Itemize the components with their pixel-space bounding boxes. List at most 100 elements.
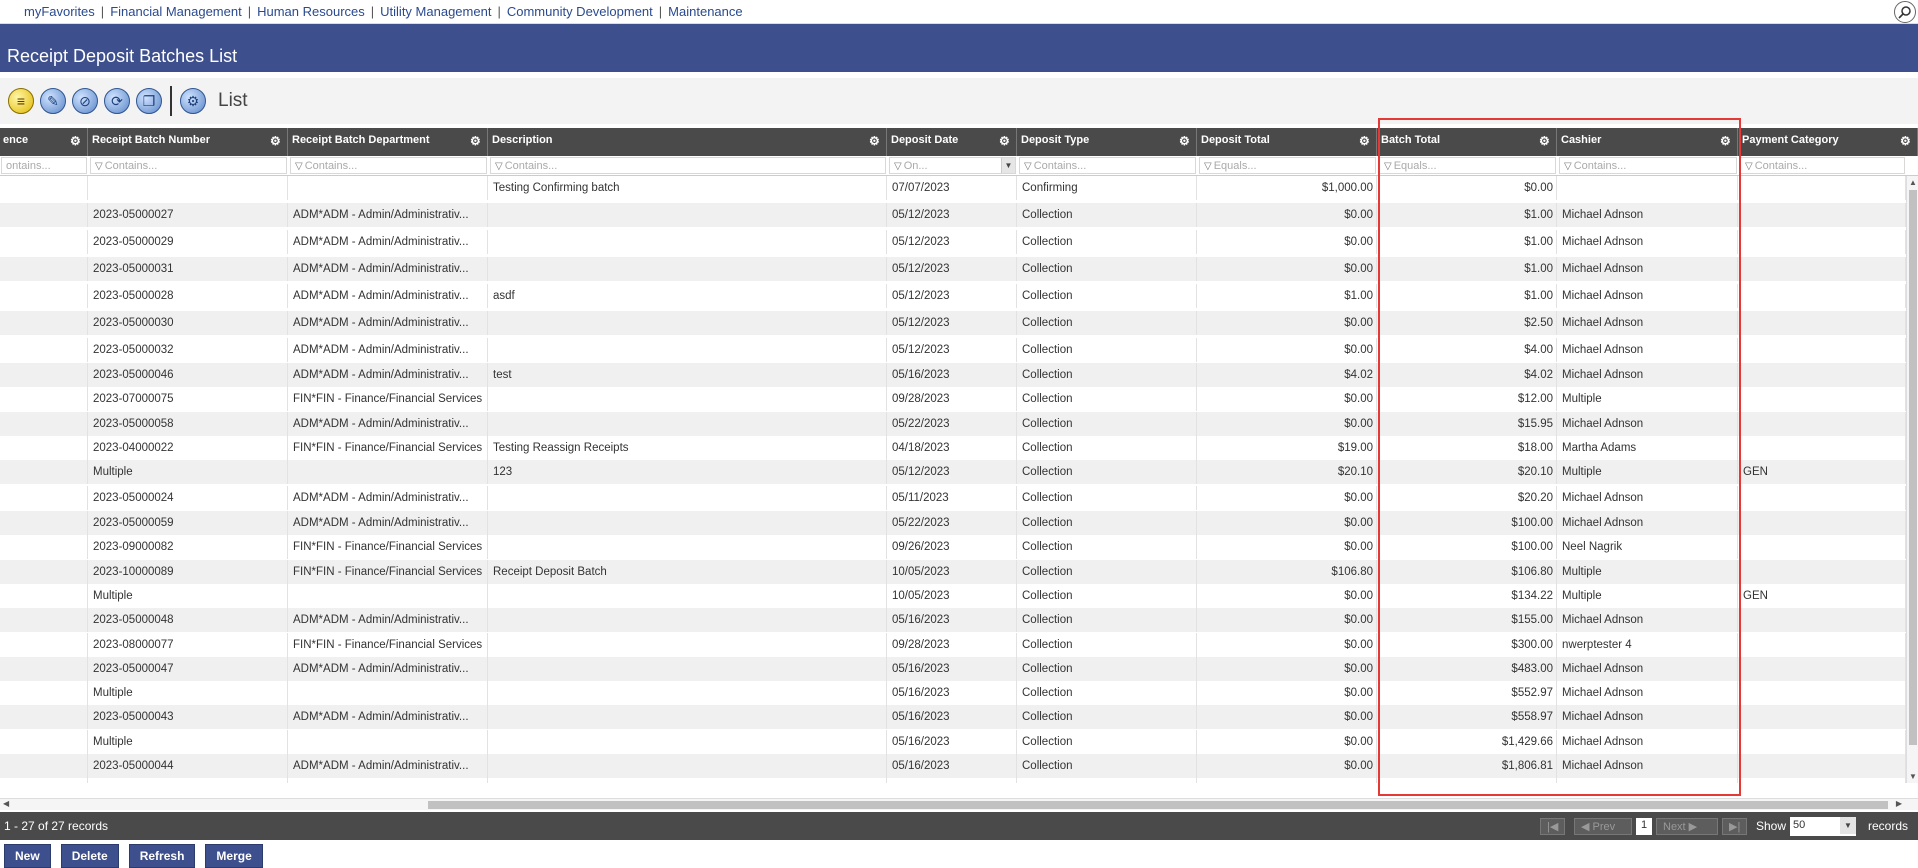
- cell-cashier: Michael Adnson: [1558, 511, 1738, 535]
- cell-batch-total: $20.20: [1378, 486, 1557, 510]
- cell-batch-total: $483.00: [1378, 657, 1557, 681]
- nav-community-development[interactable]: Community Development: [507, 4, 653, 19]
- nav-maintenance[interactable]: Maintenance: [668, 4, 742, 19]
- first-page-button[interactable]: |◀: [1540, 818, 1566, 835]
- search-icon[interactable]: [1894, 1, 1916, 23]
- gear-icon[interactable]: ⚙: [1900, 135, 1912, 147]
- horizontal-scrollbar[interactable]: ◀ ▶: [0, 798, 1918, 810]
- scroll-up-icon[interactable]: ▲: [1909, 178, 1917, 187]
- cell-receipt-batch-number: [89, 176, 288, 200]
- table-row[interactable]: 2023-05000027 ADM*ADM - Admin/Administrat…: [0, 203, 1906, 227]
- column-header-reference[interactable]: ence ⚙: [0, 128, 88, 156]
- table-row[interactable]: 2023-07000075 FIN*FIN - Finance/Financial…: [0, 387, 1906, 411]
- table-row[interactable]: 2023-05000031 ADM*ADM - Admin/Administrat…: [0, 257, 1906, 281]
- refresh-button[interactable]: Refresh: [128, 844, 196, 868]
- table-row[interactable]: 2023-08000077 FIN*FIN - Finance/Financial…: [0, 633, 1906, 657]
- table-row[interactable]: 2023-05000046 ADM*ADM - Admin/Administrat…: [0, 363, 1906, 387]
- gear-icon[interactable]: ⚙: [70, 135, 82, 147]
- table-row[interactable]: 2023-05000044 ADM*ADM - Admin/Administrat…: [0, 754, 1906, 778]
- column-header-receipt-batch-department[interactable]: Receipt Batch Department ⚙: [289, 128, 488, 156]
- column-header-label: ence: [3, 134, 29, 146]
- table-row[interactable]: 2023-05000029 ADM*ADM - Admin/Administrat…: [0, 230, 1906, 254]
- last-page-button[interactable]: ▶|: [1722, 818, 1748, 835]
- table-row[interactable]: 2023-05000032 ADM*ADM - Admin/Administrat…: [0, 338, 1906, 362]
- cell-cashier: [1558, 176, 1738, 200]
- table-row[interactable]: 2023-05000047 ADM*ADM - Admin/Administrat…: [0, 657, 1906, 681]
- column-header-description[interactable]: Description ⚙: [489, 128, 887, 156]
- table-row[interactable]: 2023-05000058 ADM*ADM - Admin/Administrat…: [0, 412, 1906, 436]
- table-row[interactable]: 2023-04000022 FIN*FIN - Finance/Financial…: [0, 436, 1906, 460]
- table-row[interactable]: Multiple 10/05/2023 Collection $0.00 $134.22…: [0, 584, 1906, 608]
- cell-deposit-type: Collection: [1018, 486, 1197, 510]
- filter-input-deposit-total[interactable]: ▽ Equals...: [1199, 157, 1376, 174]
- filter-input-receipt-batch-department[interactable]: ▽ Contains...: [290, 157, 487, 174]
- column-header-deposit-date[interactable]: Deposit Date ⚙: [888, 128, 1017, 156]
- scroll-right-icon[interactable]: ▶: [1896, 799, 1902, 808]
- cell-deposit-type: Collection: [1018, 535, 1197, 559]
- filter-input-deposit-date[interactable]: ▽ On... ▼: [889, 157, 1016, 174]
- filter-input-batch-total[interactable]: ▽ Equals...: [1379, 157, 1556, 174]
- process-icon[interactable]: ⟳: [104, 88, 130, 114]
- filter-input-receipt-batch-number[interactable]: ▽ Contains...: [90, 157, 287, 174]
- table-row[interactable]: 2023-05000048 ADM*ADM - Admin/Administrat…: [0, 608, 1906, 632]
- cell-deposit-date: 10/05/2023: [888, 584, 1017, 608]
- scroll-down-icon[interactable]: ▼: [1909, 772, 1917, 781]
- column-header-cashier[interactable]: Cashier ⚙: [1558, 128, 1738, 156]
- table-row[interactable]: 2023-09000082 FIN*FIN - Finance/Financial…: [0, 535, 1906, 559]
- nav-utility-management[interactable]: Utility Management: [380, 4, 491, 19]
- next-page-button[interactable]: Next ▶: [1656, 818, 1718, 835]
- table-row[interactable]: 2023-05000028 ADM*ADM - Admin/Administrat…: [0, 284, 1906, 308]
- page-size-select[interactable]: 50 ▼: [1790, 817, 1856, 836]
- table-row[interactable]: Multiple 05/16/2023 Collection $0.00 $552.97…: [0, 681, 1906, 705]
- delete-button[interactable]: Delete: [60, 844, 119, 868]
- column-header-batch-total[interactable]: Batch Total ⚙: [1378, 128, 1557, 156]
- table-row[interactable]: 2023-10000089 FIN*FIN - Finance/Financial…: [0, 560, 1906, 584]
- cancel-icon[interactable]: ⊘: [72, 88, 98, 114]
- scroll-left-icon[interactable]: ◀: [3, 799, 9, 808]
- table-row[interactable]: Multiple 05/17/2023Collection$0.00$32,677…: [0, 778, 1906, 783]
- funnel-icon: ▽: [1024, 161, 1032, 172]
- column-header-deposit-type[interactable]: Deposit Type ⚙: [1018, 128, 1197, 156]
- table-row[interactable]: Multiple 123 05/12/2023 Collection $20.10 $20…: [0, 460, 1906, 484]
- filter-input-deposit-type[interactable]: ▽ Contains...: [1019, 157, 1196, 174]
- edit-icon[interactable]: ✎: [40, 88, 66, 114]
- new-button[interactable]: New: [4, 844, 51, 868]
- horizontal-scroll-thumb[interactable]: [428, 801, 1888, 809]
- filter-icon[interactable]: ≡: [8, 88, 34, 114]
- settings-icon[interactable]: ⚙: [180, 88, 206, 114]
- gear-icon[interactable]: ⚙: [999, 135, 1011, 147]
- column-header-payment-category[interactable]: Payment Category ⚙: [1739, 128, 1918, 156]
- cell-deposit-type: Collection: [1018, 560, 1197, 584]
- gear-icon[interactable]: ⚙: [1179, 135, 1191, 147]
- filter-input-description[interactable]: ▽ Contains...: [490, 157, 886, 174]
- gear-icon[interactable]: ⚙: [270, 135, 282, 147]
- gear-icon[interactable]: ⚙: [470, 135, 482, 147]
- table-row[interactable]: Multiple 05/16/2023 Collection $0.00 $1,429.…: [0, 730, 1906, 754]
- nav-myfavorites[interactable]: myFavorites: [24, 4, 95, 19]
- vertical-scroll-thumb[interactable]: [1909, 190, 1917, 745]
- gear-icon[interactable]: ⚙: [1539, 135, 1551, 147]
- vertical-scrollbar[interactable]: ▲ ▼: [1906, 176, 1918, 783]
- date-dropdown-icon[interactable]: ▼: [1001, 158, 1015, 173]
- gear-icon[interactable]: ⚙: [1720, 135, 1732, 147]
- table-row[interactable]: 2023-05000043 ADM*ADM - Admin/Administrat…: [0, 705, 1906, 729]
- gear-icon[interactable]: ⚙: [1359, 135, 1371, 147]
- filter-input-cashier[interactable]: ▽ Contains...: [1559, 157, 1737, 174]
- filter-input-reference[interactable]: ontains...: [1, 157, 87, 174]
- nav-financial-management[interactable]: Financial Management: [110, 4, 242, 19]
- table-row[interactable]: Testing Confirming batch 07/07/2023 Confir…: [0, 176, 1906, 200]
- chevron-down-icon[interactable]: ▼: [1840, 817, 1856, 834]
- gear-icon[interactable]: ⚙: [869, 135, 881, 147]
- prev-page-button[interactable]: ◀ Prev: [1574, 818, 1632, 835]
- nav-human-resources[interactable]: Human Resources: [257, 4, 365, 19]
- table-row[interactable]: 2023-05000024 ADM*ADM - Admin/Administrat…: [0, 486, 1906, 510]
- merge-button[interactable]: Merge: [205, 844, 263, 868]
- cell-cashier: Neel Nagrik: [1558, 535, 1738, 559]
- column-header-deposit-total[interactable]: Deposit Total ⚙: [1198, 128, 1377, 156]
- filter-input-payment-category[interactable]: ▽ Contains...: [1740, 157, 1905, 174]
- table-row[interactable]: 2023-05000030 ADM*ADM - Admin/Administrat…: [0, 311, 1906, 335]
- page-number[interactable]: 1: [1636, 818, 1652, 835]
- copy-icon[interactable]: ❐: [136, 88, 162, 114]
- table-row[interactable]: 2023-05000059 ADM*ADM - Admin/Administrat…: [0, 511, 1906, 535]
- column-header-receipt-batch-number[interactable]: Receipt Batch Number ⚙: [89, 128, 288, 156]
